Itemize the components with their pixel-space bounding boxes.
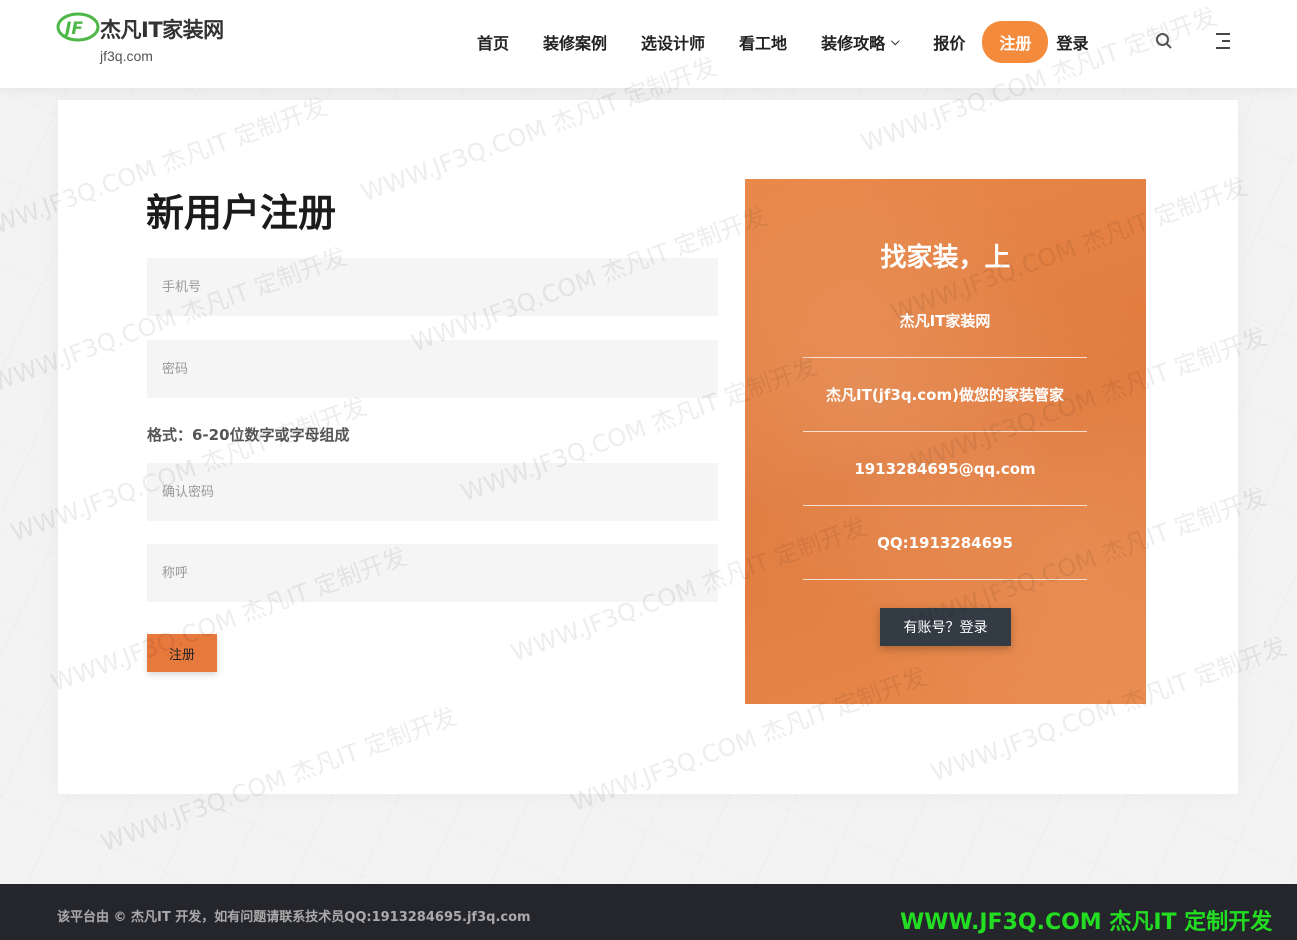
- logo-domain: jf3q.com: [100, 48, 153, 64]
- nav-login[interactable]: 登录: [1056, 30, 1088, 54]
- logo-mark-icon: JF: [56, 12, 100, 42]
- nav-cases[interactable]: 装修案例: [543, 30, 607, 54]
- panel-row-qq: QQ:1913284695: [803, 506, 1087, 580]
- site-header: JF 杰凡IT家装网 jf3q.com 首页 装修案例 选设计师 看工地 装修攻…: [0, 0, 1297, 88]
- nav-login-label: 登录: [1056, 34, 1089, 53]
- register-card: 新用户注册 格式：6-20位数字或字母组成 注册 找家装，上 杰凡IT家装网 杰…: [58, 100, 1238, 794]
- menu-icon[interactable]: [1214, 32, 1232, 50]
- panel-title: 找家装，上: [880, 243, 1011, 273]
- register-submit-button[interactable]: 注册: [147, 634, 217, 672]
- confirm-password-input[interactable]: [147, 463, 718, 521]
- nav-home[interactable]: 首页: [477, 30, 509, 54]
- nav-quote-label: 报价: [933, 34, 966, 53]
- nav-sites-label: 看工地: [739, 34, 788, 53]
- login-link-button[interactable]: 有账号？登录: [880, 608, 1011, 646]
- logo-text: 杰凡IT家装网: [100, 18, 224, 42]
- nav-designers[interactable]: 选设计师: [641, 30, 705, 54]
- password-hint: 格式：6-20位数字或字母组成: [147, 426, 350, 444]
- nav-designers-label: 选设计师: [641, 34, 706, 53]
- panel-row-email: 1913284695@qq.com: [803, 432, 1087, 506]
- nav-register-button[interactable]: 注册: [982, 21, 1049, 63]
- search-icon[interactable]: [1155, 32, 1173, 50]
- nav-guides[interactable]: 装修攻略 ⌵: [821, 30, 899, 54]
- footer-brand-watermark: WWW.JF3Q.COM 杰凡IT 定制开发: [900, 910, 1273, 935]
- main-nav: 首页 装修案例 选设计师 看工地 装修攻略 ⌵ 报价 注册 登录: [460, 20, 1105, 64]
- chevron-down-icon: ⌵: [891, 35, 900, 48]
- nav-sites[interactable]: 看工地: [739, 30, 787, 54]
- svg-text:JF: JF: [62, 19, 83, 39]
- page-title: 新用户注册: [146, 191, 337, 235]
- nav-home-label: 首页: [477, 34, 510, 53]
- nav-guides-label: 装修攻略: [821, 34, 886, 53]
- nav-quote[interactable]: 报价: [933, 30, 965, 54]
- panel-row-site: 杰凡IT家装网: [803, 284, 1087, 358]
- password-input[interactable]: [147, 340, 718, 398]
- phone-input[interactable]: [147, 258, 718, 316]
- site-logo[interactable]: JF 杰凡IT家装网 jf3q.com: [56, 12, 256, 72]
- nav-cases-label: 装修案例: [543, 34, 608, 53]
- info-panel: 找家装，上 杰凡IT家装网 杰凡IT(jf3q.com)做您的家装管家 1913…: [745, 179, 1146, 704]
- panel-row-slogan: 杰凡IT(jf3q.com)做您的家装管家: [803, 358, 1087, 432]
- nav-register-label: 注册: [999, 34, 1032, 53]
- footer-copyright: 该平台由 © 杰凡IT 开发，如有问题请联系技术员QQ:1913284695.j…: [57, 910, 531, 925]
- nickname-input[interactable]: [147, 544, 718, 602]
